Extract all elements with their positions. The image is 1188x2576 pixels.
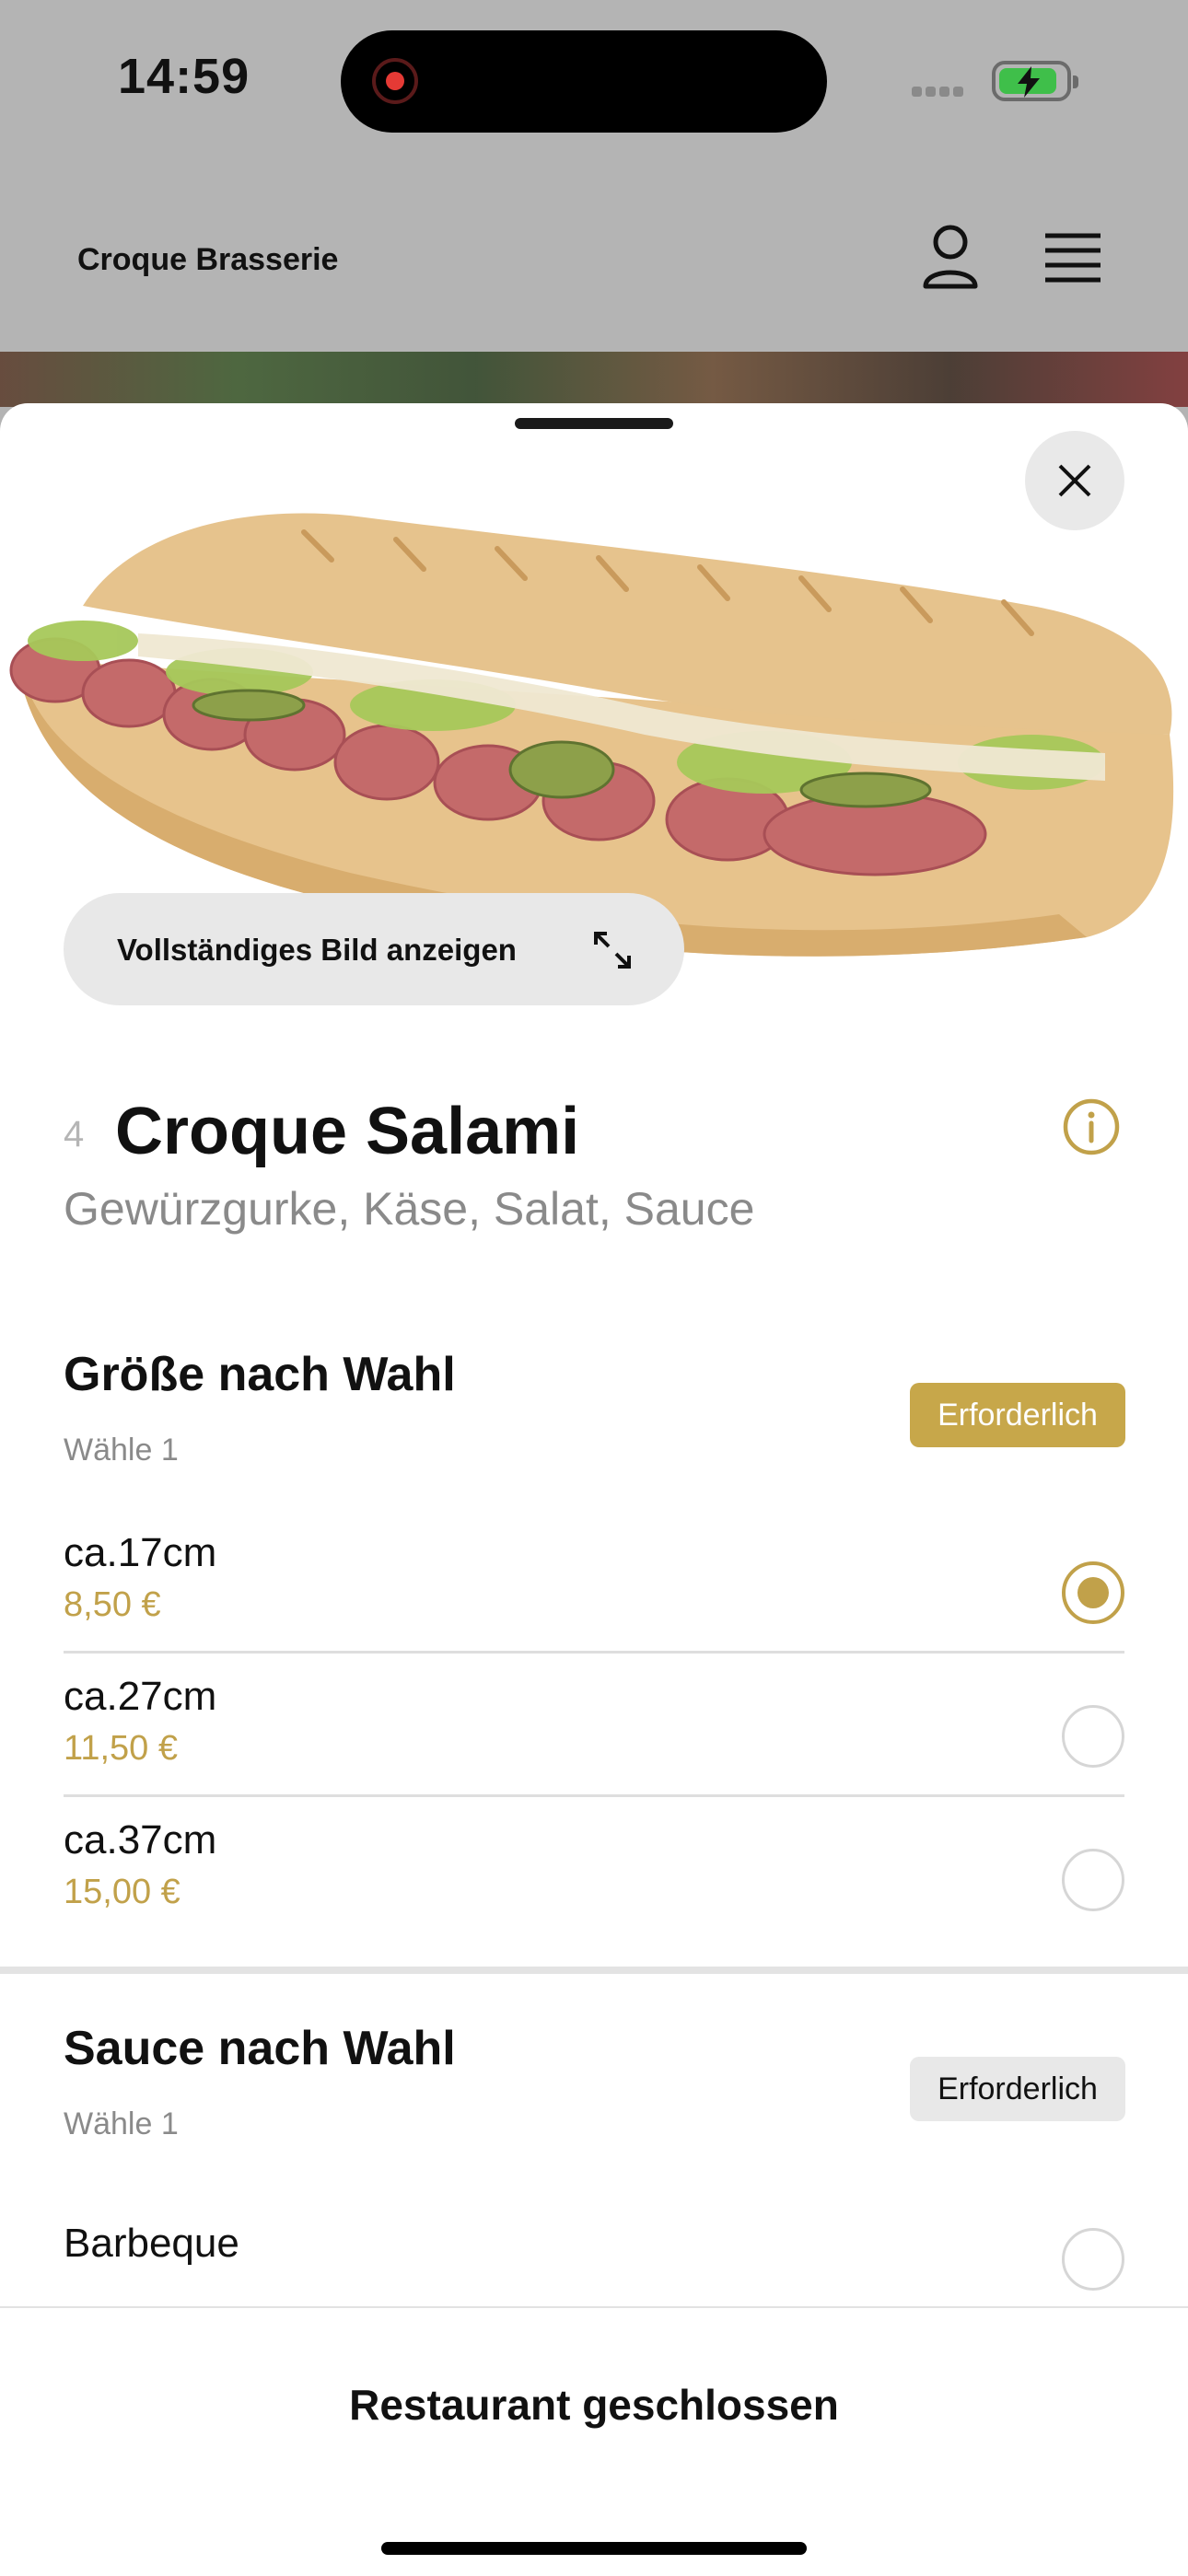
home-indicator[interactable] — [381, 2542, 807, 2555]
info-icon[interactable] — [1062, 1097, 1121, 1156]
status-time: 14:59 — [118, 49, 250, 104]
item-number: 4 — [64, 1114, 85, 1155]
background-photo — [0, 352, 1188, 407]
size-group-hint: Wähle 1 — [64, 1433, 179, 1468]
option-price: 8,50 € — [64, 1585, 161, 1624]
recording-indicator-icon — [372, 58, 418, 104]
close-button[interactable] — [1025, 431, 1124, 530]
radio-unselected[interactable] — [1062, 1705, 1124, 1768]
option-name: ca.17cm — [64, 1530, 217, 1575]
brand-title[interactable]: Croque Brasserie — [77, 242, 338, 278]
required-badge: Erforderlich — [910, 2057, 1125, 2121]
battery-charging-icon — [992, 61, 1078, 101]
footer-bar: Restaurant geschlossen — [0, 2306, 1188, 2576]
required-badge: Erforderlich — [910, 1383, 1125, 1447]
item-title: Croque Salami — [115, 1095, 580, 1168]
radio-unselected[interactable] — [1062, 2228, 1124, 2291]
status-bar: 14:59 — [0, 0, 1188, 166]
item-description: Gewürzgurke, Käse, Salat, Sauce — [64, 1183, 755, 1235]
size-group-title: Größe nach Wahl — [64, 1348, 456, 1401]
size-option-27cm[interactable]: ca.27cm 11,50 € — [64, 1654, 1124, 1797]
sauce-group-hint: Wähle 1 — [64, 2106, 179, 2141]
product-sheet: Vollständiges Bild anzeigen 4 Croque Sal… — [0, 403, 1188, 2574]
option-price: 15,00 € — [64, 1873, 181, 1911]
size-option-37cm[interactable]: ca.37cm 15,00 € — [64, 1797, 1124, 1941]
signal-icon — [912, 85, 971, 97]
section-separator — [0, 1967, 1188, 1974]
show-full-image-button[interactable]: Vollständiges Bild anzeigen — [64, 893, 684, 1005]
sauce-group-title: Sauce nach Wahl — [64, 2022, 456, 2075]
option-price: 11,50 € — [64, 1729, 178, 1768]
expand-icon — [594, 932, 631, 969]
show-full-image-label: Vollständiges Bild anzeigen — [117, 933, 517, 967]
sauce-option-barbeque[interactable]: Barbeque — [64, 2171, 1124, 2315]
sheet-grabber[interactable] — [515, 418, 673, 429]
option-name: Barbeque — [64, 2221, 239, 2266]
user-account-icon[interactable] — [921, 224, 980, 290]
dynamic-island — [341, 30, 827, 133]
hamburger-menu-icon[interactable] — [1043, 232, 1102, 284]
size-option-17cm[interactable]: ca.17cm 8,50 € — [64, 1510, 1124, 1654]
close-icon — [1058, 464, 1091, 497]
radio-selected[interactable] — [1062, 1561, 1124, 1624]
option-name: ca.37cm — [64, 1817, 217, 1862]
radio-unselected[interactable] — [1062, 1849, 1124, 1911]
option-name: ca.27cm — [64, 1674, 217, 1719]
restaurant-closed-label: Restaurant geschlossen — [349, 2381, 839, 2429]
